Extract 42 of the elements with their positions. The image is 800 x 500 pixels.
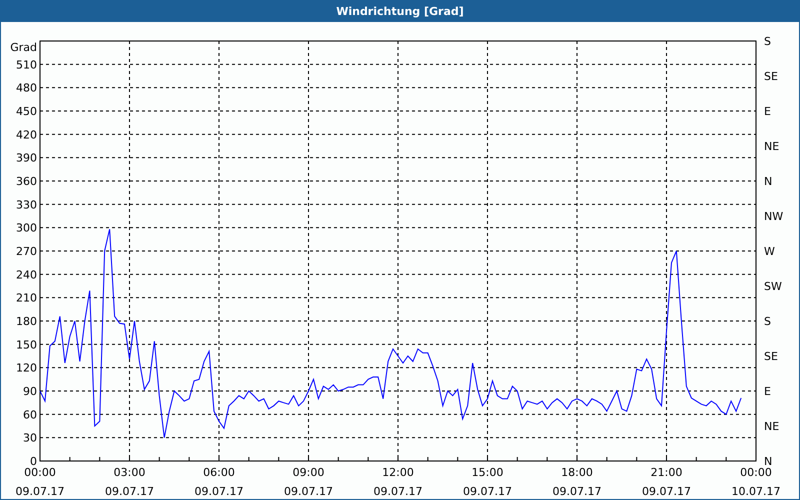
y-tick-label: 510 [16,58,37,72]
y-tick-label: 120 [16,362,37,375]
y-tick-label: 30 [23,432,37,445]
x-tick-label: 00:00 09.07.17 [16,466,64,498]
y-tick-label: 450 [16,105,37,118]
y-tick-label: 390 [16,152,37,165]
compass-tick-label: E [764,105,771,118]
compass-tick-label: NE [764,140,780,153]
compass-tick-label: N [764,455,772,468]
compass-tick-label: S [764,315,771,328]
compass-tick-label: E [764,385,771,398]
y-axis-label: Grad [10,41,37,54]
x-tick-label: 18:00 09.07.17 [552,466,602,498]
x-tick-label: 03:00 09.07.17 [105,466,154,498]
x-tick-label: 12:00 09.07.17 [374,466,422,498]
y-tick-label: 150 [16,338,37,352]
compass-tick-label: SW [764,280,782,293]
y-tick-label: 330 [16,198,37,212]
y-tick-label: 0 [30,455,37,468]
x-tick-label: 15:00 09.07.17 [463,466,512,498]
compass-tick-label: SE [764,70,778,83]
compass-tick-label: N [764,175,772,188]
compass-tick-label: S [764,35,771,48]
y-tick-label: 360 [16,175,37,188]
y-tick-label: 240 [16,268,37,282]
compass-tick-label: SE [764,350,778,363]
compass-tick-label: NW [764,210,784,223]
x-tick-label: 00:00 10.07.17 [732,466,780,498]
y-tick-label: 210 [16,292,37,305]
compass-tick-label: W [764,245,775,258]
y-tick-label: 480 [16,82,37,95]
y-tick-label: 420 [16,128,37,142]
y-tick-label: 180 [16,315,37,328]
y-tick-label: 90 [23,385,37,398]
x-tick-label: 06:00 09.07.17 [194,466,244,498]
x-tick-label: 21:00 09.07.17 [642,466,691,498]
window-title: Windrichtung [Grad] [1,1,799,22]
compass-tick-label: NE [764,420,780,433]
y-tick-label: 300 [16,222,37,235]
x-tick-label: 09:00 09.07.17 [284,466,333,498]
y-tick-label: 270 [16,245,37,258]
y-tick-label: 60 [23,408,37,422]
